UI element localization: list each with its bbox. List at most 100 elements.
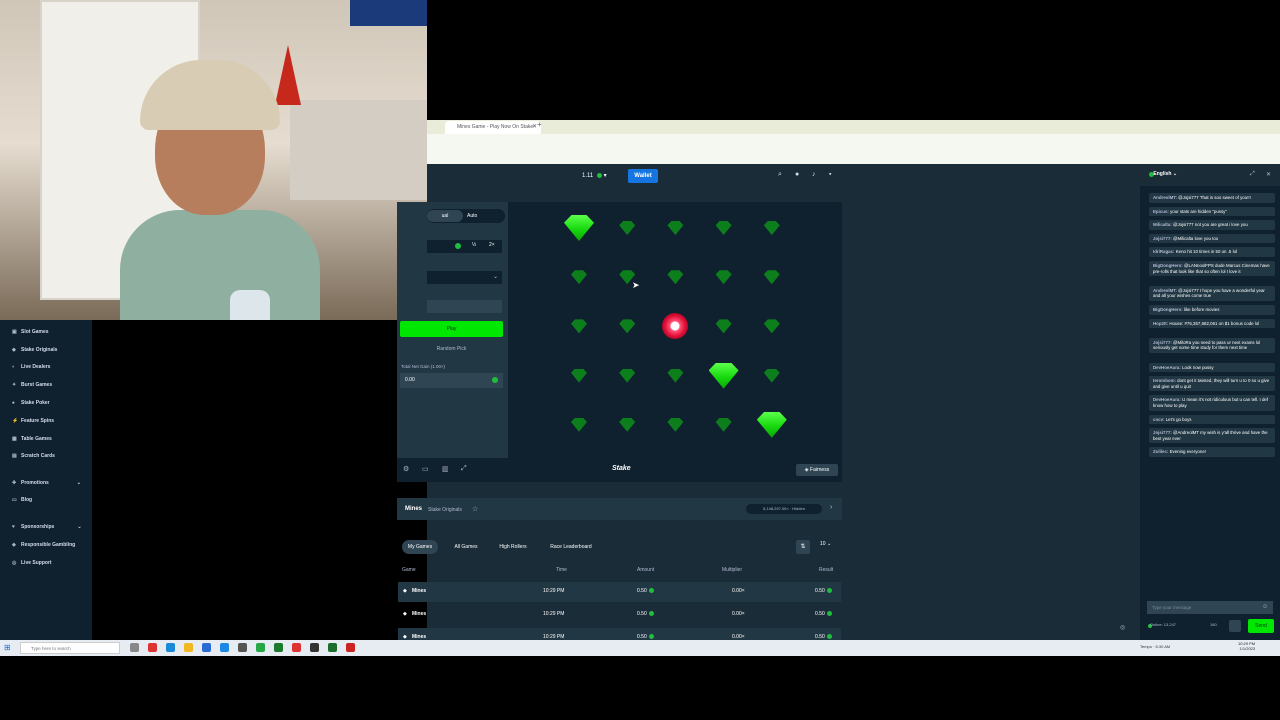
app-icon[interactable] — [346, 643, 355, 652]
sidebar-item-promotions[interactable]: ✚ Promotions ⌄ — [12, 480, 81, 486]
chat-username[interactable]: AndreolMT: — [1153, 195, 1177, 200]
chat-username[interactable]: Epicus: — [1153, 209, 1169, 214]
tab-auto[interactable]: Auto — [467, 210, 487, 222]
mine-tile[interactable] — [559, 257, 599, 297]
table-row[interactable]: Mines 10:29 PM 0.50 0.00× 0.50 ◆ — [398, 605, 841, 625]
mine-tile[interactable] — [655, 356, 695, 396]
chat-username[interactable]: Hop2It: — [1153, 321, 1168, 326]
mine-tile[interactable] — [607, 405, 647, 445]
tab-my-games[interactable]: My Games — [402, 540, 438, 554]
play-button[interactable]: Play — [400, 321, 503, 337]
table-row[interactable]: Mines 10:29 PM 0.50 0.00× 0.50 ◆ — [398, 582, 841, 602]
app-icon[interactable] — [292, 643, 301, 652]
sidebar-item-burst-games[interactable]: ✦ Burst Games — [12, 382, 52, 388]
mine-tile[interactable] — [752, 257, 792, 297]
store-icon[interactable] — [202, 643, 211, 652]
send-button[interactable]: Send — [1248, 619, 1274, 633]
chat-username[interactable]: Jojsi777: — [1153, 236, 1172, 241]
tab-race-leaderboard[interactable]: Race Leaderboard — [541, 540, 601, 554]
chevron-right-icon[interactable]: › — [830, 504, 832, 511]
mine-tile[interactable] — [607, 257, 647, 297]
task-view-icon[interactable] — [130, 643, 139, 652]
sidebar-item-live-support[interactable]: ◎ Live Support — [12, 560, 52, 566]
mine-tile[interactable] — [704, 356, 744, 396]
mail-icon[interactable] — [220, 643, 229, 652]
browser-tab[interactable]: Mines Game - Play Now On Stake ✕ — [445, 121, 541, 134]
chat-username[interactable]: cncv: — [1153, 417, 1164, 422]
chat-username[interactable]: IdriRagac: — [1153, 249, 1174, 254]
sidebar-item-sponsorships[interactable]: ♥ Sponsorships ⌄ — [12, 524, 82, 530]
balance-display[interactable]: 1.11 ▾ — [582, 169, 622, 183]
obs-icon[interactable] — [310, 643, 319, 652]
mine-tile[interactable] — [655, 208, 695, 248]
mine-tile[interactable] — [559, 356, 599, 396]
mine-tile[interactable] — [704, 208, 744, 248]
mine-tile[interactable] — [752, 405, 792, 445]
chat-username[interactable]: Milicalta: — [1153, 222, 1172, 227]
app-icon[interactable] — [238, 643, 247, 652]
bell-icon[interactable]: ♪ — [812, 171, 816, 178]
tab-all-games[interactable]: All Games — [447, 540, 485, 554]
wallet-button[interactable]: Wallet — [628, 169, 658, 183]
mine-tile[interactable] — [607, 208, 647, 248]
chrome-icon[interactable] — [148, 643, 157, 652]
sidebar-item-responsible-gambling[interactable]: ◈ Responsible Gambling — [12, 542, 75, 548]
mines-select[interactable]: ⌄ — [427, 271, 502, 284]
chat-username[interactable]: BigDongHero: — [1153, 263, 1183, 268]
sidebar-item-scratch-cards[interactable]: ▤ Scratch Cards — [12, 453, 55, 459]
sidebar-item-stake-originals[interactable]: ◆ Stake Originals — [12, 347, 57, 353]
mine-tile[interactable] — [559, 405, 599, 445]
chat-icon[interactable]: ▪ — [829, 171, 831, 178]
mine-tile[interactable] — [655, 306, 695, 346]
star-icon[interactable]: ☆ — [472, 505, 478, 513]
fairness-button[interactable]: ◈ Fairness — [796, 464, 838, 476]
sidebar-item-feature-spins[interactable]: ⚡ Feature Spins — [12, 418, 54, 424]
excel-icon[interactable] — [274, 643, 283, 652]
chat-rules-button[interactable] — [1229, 620, 1241, 632]
chat-username[interactable]: DevHoeAura: — [1153, 365, 1181, 370]
random-pick-button[interactable]: Random Pick — [400, 343, 503, 355]
chat-username[interactable]: Jojsi777: — [1153, 340, 1172, 345]
double-bet-button[interactable]: 2× — [489, 242, 495, 248]
chat-username[interactable]: Jojsi777: — [1153, 430, 1172, 435]
stats-icon[interactable]: ▥ — [442, 465, 449, 473]
close-icon[interactable]: ✕ — [1266, 171, 1271, 178]
row-count-select[interactable]: 10 ⌄ — [820, 541, 831, 547]
mine-tile[interactable] — [704, 405, 744, 445]
half-bet-button[interactable]: ½ — [472, 242, 476, 248]
game-category[interactable]: Stake Originals — [428, 507, 462, 513]
mine-tile[interactable] — [704, 306, 744, 346]
folder-icon[interactable] — [184, 643, 193, 652]
chat-username[interactable]: BigDongHero: — [1153, 307, 1183, 312]
chat-username[interactable]: Zolilec: — [1153, 449, 1168, 454]
address-bar[interactable] — [427, 136, 1280, 154]
mine-tile[interactable] — [752, 306, 792, 346]
app-icon[interactable] — [256, 643, 265, 652]
edge-icon[interactable] — [166, 643, 175, 652]
tab-manual[interactable]: ual — [427, 210, 463, 222]
theatre-icon[interactable]: ▭ — [422, 465, 429, 473]
mine-tile[interactable] — [559, 306, 599, 346]
popout-icon[interactable]: ⤢ — [461, 465, 467, 473]
mine-tile[interactable] — [752, 356, 792, 396]
user-icon[interactable]: ● — [795, 171, 799, 178]
chat-username[interactable]: AndreolMT: — [1153, 288, 1177, 293]
tab-high-rollers[interactable]: High Rollers — [492, 540, 534, 554]
system-tray[interactable]: Tempo · 6:30 AM — [1140, 644, 1170, 649]
settings-icon[interactable]: ⚙ — [403, 465, 409, 473]
emoji-icon[interactable]: ☺ — [1262, 604, 1268, 610]
mine-tile[interactable] — [607, 356, 647, 396]
chat-input[interactable]: Type your message — [1147, 601, 1273, 614]
mine-tile[interactable] — [655, 257, 695, 297]
chat-username[interactable]: terombom: — [1153, 378, 1176, 383]
search-icon[interactable]: ⌕ — [778, 171, 782, 179]
support-icon[interactable]: ◎ — [1120, 624, 1125, 631]
mine-tile[interactable] — [559, 208, 599, 248]
new-tab-button[interactable]: + — [537, 120, 542, 129]
taskbar-clock[interactable]: 10:29 PM 1/1/2023 — [1238, 641, 1255, 651]
sidebar-item-live-dealers[interactable]: ◐ Live Dealers — [12, 364, 50, 370]
sidebar-item-blog[interactable]: ▭ Blog — [12, 497, 32, 503]
taskbar-search[interactable]: Type here to search — [20, 642, 120, 654]
sidebar-item-stake-poker[interactable]: ♠ Stake Poker — [12, 400, 50, 406]
mine-tile[interactable] — [704, 257, 744, 297]
